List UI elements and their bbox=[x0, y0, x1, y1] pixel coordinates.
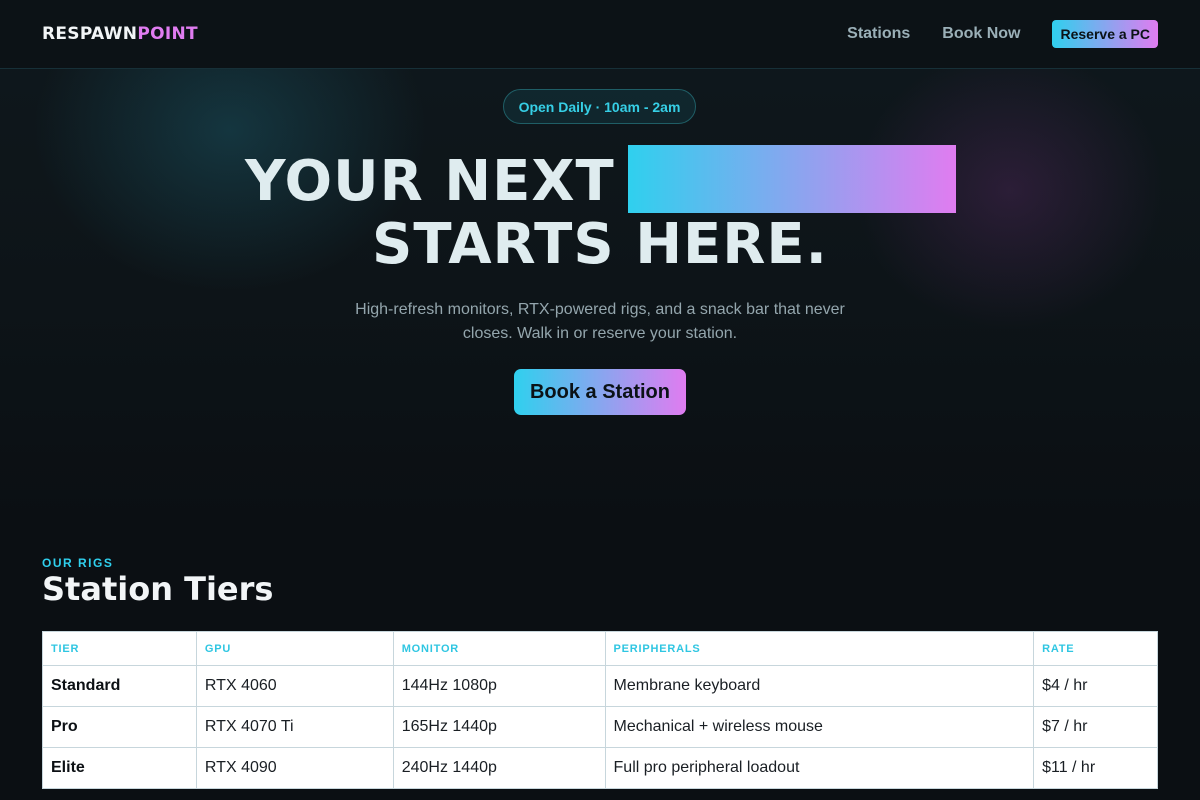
tier-name: Standard bbox=[42, 665, 197, 707]
table-header-row: TIER GPU MONITOR PERIPHERALS RATE bbox=[42, 631, 1158, 666]
main-nav: Stations Book Now Reserve a PC bbox=[847, 20, 1158, 48]
table-row: Pro RTX 4070 Ti 165Hz 1440p Mechanical +… bbox=[42, 706, 1158, 748]
column-header-rate: RATE bbox=[1033, 631, 1158, 666]
reserve-pc-button[interactable]: Reserve a PC bbox=[1052, 20, 1158, 48]
site-logo[interactable]: RESPAWN POINT bbox=[42, 24, 198, 44]
section-eyebrow: OUR RIGS bbox=[42, 556, 114, 570]
hours-badge: Open Daily · 10am - 2am bbox=[503, 89, 696, 124]
peripherals-cell: Membrane keyboard bbox=[604, 665, 1035, 707]
column-header-tier: TIER bbox=[42, 631, 197, 666]
nav-link-stations[interactable]: Stations bbox=[847, 25, 910, 43]
section-title: Station Tiers bbox=[42, 570, 274, 608]
tier-name: Elite bbox=[42, 747, 197, 789]
headline-gradient-highlight bbox=[628, 145, 956, 213]
headline-line-1: YOUR NEXT bbox=[245, 146, 615, 216]
gpu-cell: RTX 4060 bbox=[195, 665, 394, 707]
rate-cell: $11 / hr bbox=[1033, 747, 1158, 789]
nav-link-book-now[interactable]: Book Now bbox=[942, 25, 1020, 43]
column-header-monitor: MONITOR bbox=[392, 631, 606, 666]
column-header-gpu: GPU bbox=[195, 631, 394, 666]
site-header: RESPAWN POINT Stations Book Now Reserve a… bbox=[0, 0, 1200, 69]
headline-line-2: STARTS HERE. bbox=[372, 212, 828, 277]
monitor-cell: 144Hz 1080p bbox=[392, 665, 606, 707]
gpu-cell: RTX 4070 Ti bbox=[195, 706, 394, 748]
logo-text-primary: RESPAWN bbox=[42, 24, 138, 44]
logo-text-accent: POINT bbox=[137, 24, 198, 44]
column-header-peripherals: PERIPHERALS bbox=[604, 631, 1035, 666]
table-row: Elite RTX 4090 240Hz 1440p Full pro peri… bbox=[42, 747, 1158, 789]
monitor-cell: 165Hz 1440p bbox=[392, 706, 606, 748]
station-tiers-table: TIER GPU MONITOR PERIPHERALS RATE Standa… bbox=[42, 631, 1158, 789]
rate-cell: $7 / hr bbox=[1033, 706, 1158, 748]
table-row: Standard RTX 4060 144Hz 1080p Membrane k… bbox=[42, 665, 1158, 707]
hero-subtitle: High-refresh monitors, RTX-powered rigs,… bbox=[355, 301, 845, 342]
rate-cell: $4 / hr bbox=[1033, 665, 1158, 707]
peripherals-cell: Full pro peripheral loadout bbox=[604, 747, 1035, 789]
tier-name: Pro bbox=[42, 706, 197, 748]
gpu-cell: RTX 4090 bbox=[195, 747, 394, 789]
monitor-cell: 240Hz 1440p bbox=[392, 747, 606, 789]
peripherals-cell: Mechanical + wireless mouse bbox=[604, 706, 1035, 748]
book-station-button[interactable]: Book a Station bbox=[514, 369, 686, 415]
headline-line-1-text: YOUR NEXT bbox=[245, 148, 615, 214]
